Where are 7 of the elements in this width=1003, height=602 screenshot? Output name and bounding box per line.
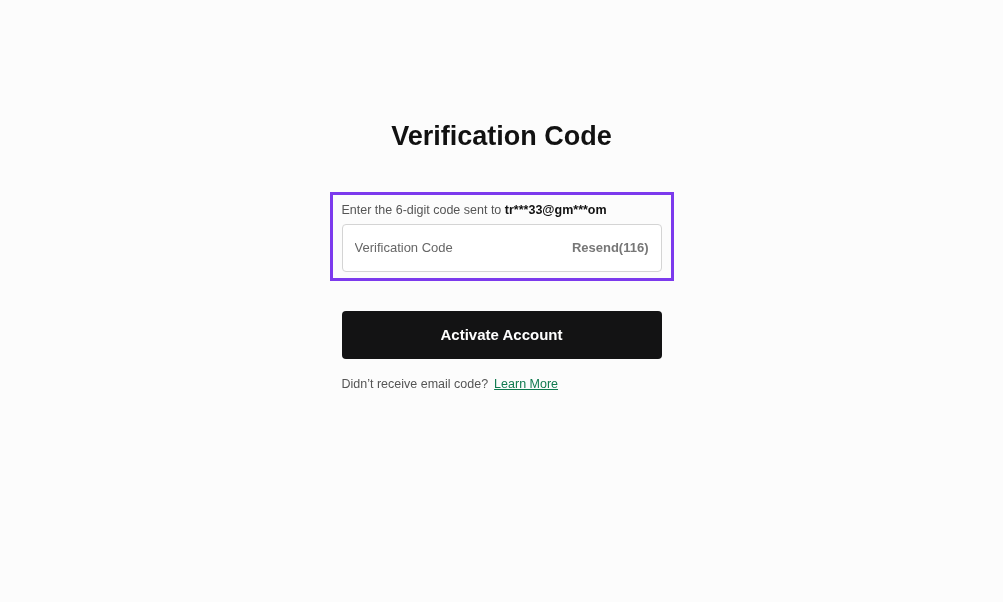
- help-text: Didn’t receive email code?: [341, 375, 489, 393]
- learn-more-link[interactable]: Learn More: [494, 374, 559, 394]
- page-title: Verification Code: [391, 120, 612, 153]
- resend-button[interactable]: Resend(116): [571, 238, 649, 258]
- activate-account-button[interactable]: Activate Account: [341, 310, 662, 359]
- instruction-text: Enter the 6-digit code sent to tr***33@gm***om: [341, 202, 608, 219]
- verification-code-field[interactable]: Verification Code Resend(116): [341, 223, 662, 272]
